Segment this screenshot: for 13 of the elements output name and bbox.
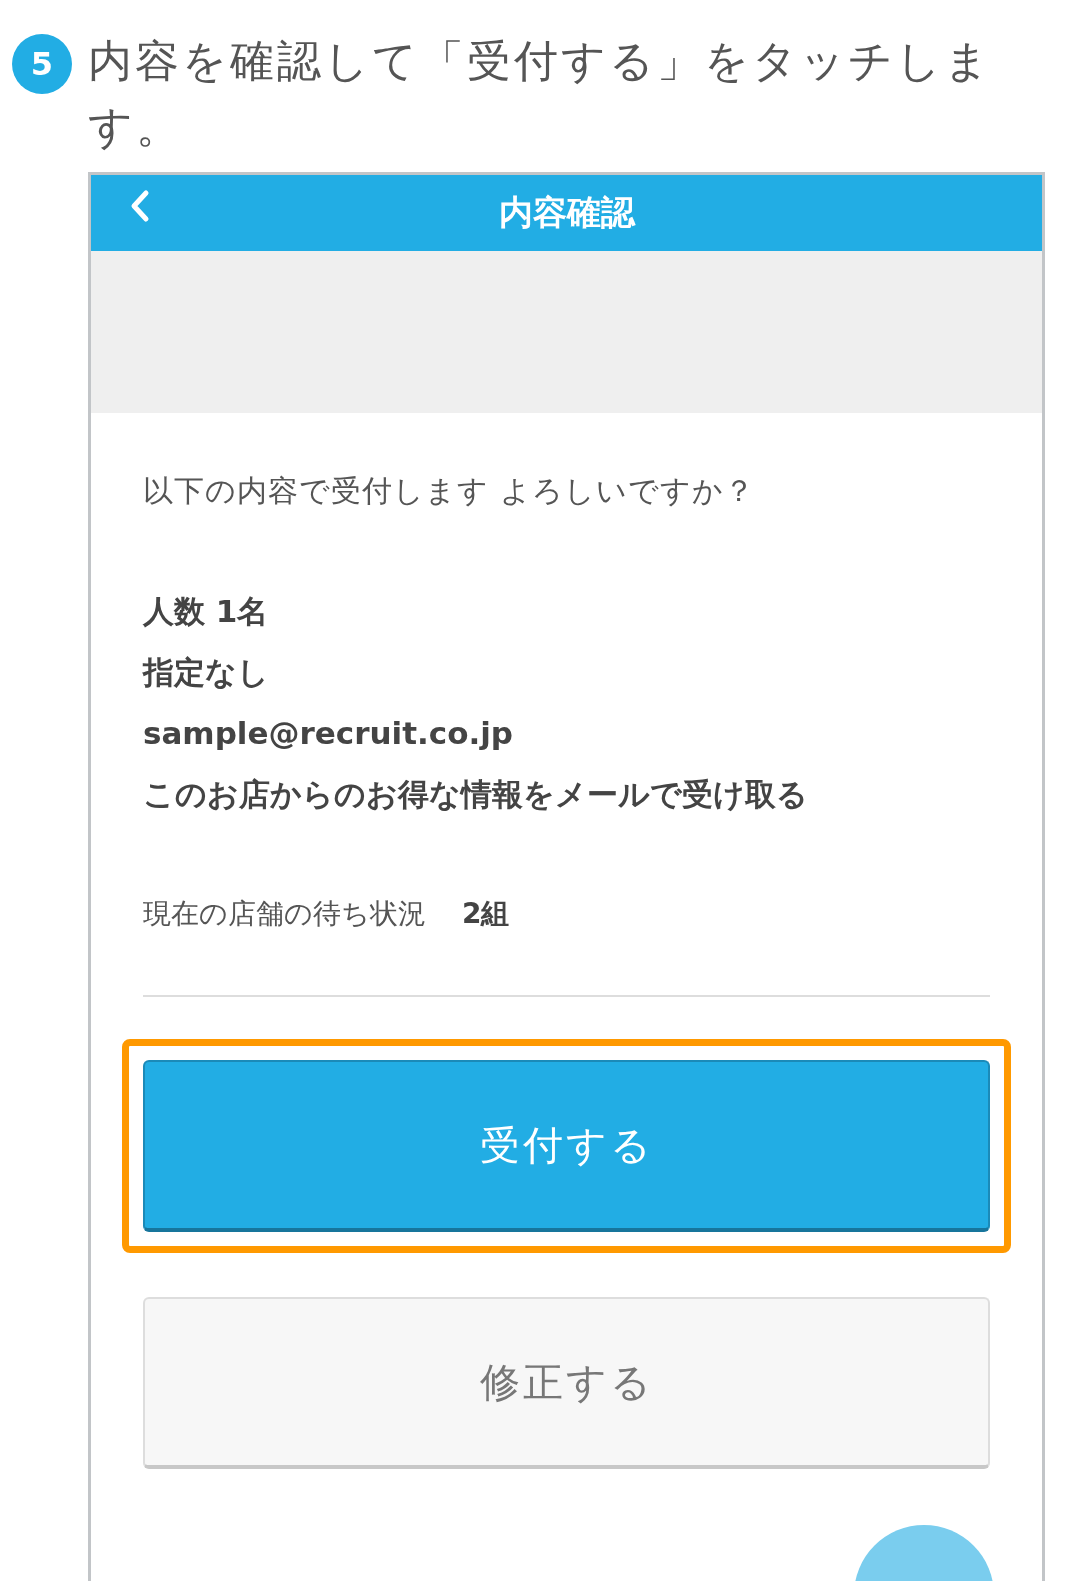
detail-line: このお店からのお得な情報をメールで受け取る	[143, 775, 809, 814]
step-instruction: 内容を確認して「受付する」をタッチします。	[88, 34, 993, 154]
wait-status-value: 2組	[462, 896, 510, 932]
detail-line: sample@recruit.co.jp	[143, 714, 515, 753]
screen-title: 内容確認	[498, 191, 635, 234]
confirm-message: 以下の内容で受付します よろしいですか？	[143, 472, 756, 510]
wait-status-label: 現在の店舗の待ち状況	[143, 896, 426, 932]
back-icon[interactable]	[129, 189, 151, 223]
detail-line: 人数 1名	[143, 592, 270, 631]
edit-button[interactable]: 修正する	[143, 1297, 990, 1469]
detail-line: 指定なし	[143, 653, 270, 692]
step-number: 5	[12, 34, 72, 94]
accept-button[interactable]: 受付する	[143, 1060, 990, 1232]
